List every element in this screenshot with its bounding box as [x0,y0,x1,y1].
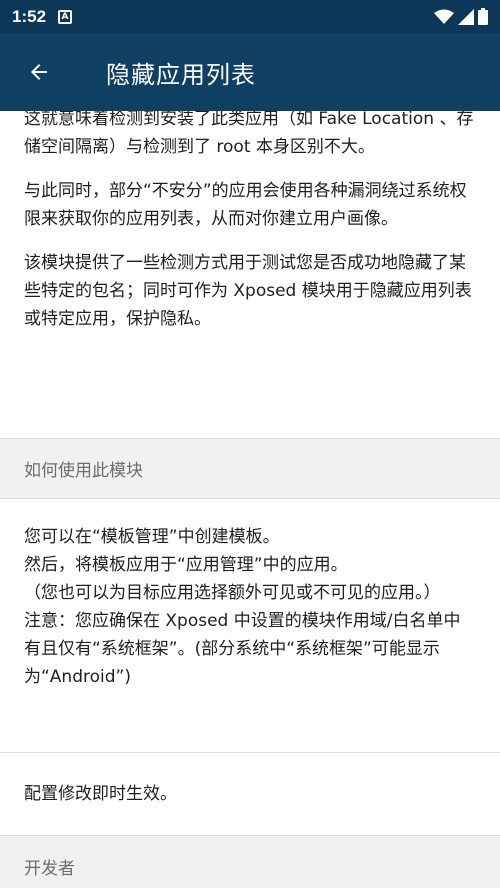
usage-line-1: 您可以在“模板管理”中创建模板。 [24,527,280,547]
back-button[interactable] [0,33,78,111]
content: 这就意味着检测到安装了此类应用（如 Fake Location 、存储空间隔离）… [0,111,500,888]
intro-paragraph-2: 与此同时，部分“不安分”的应用会使用各种漏洞绕过系统权限来获取你的应用列表，从而… [24,181,467,229]
cell-signal-icon [458,8,474,25]
arrow-left-icon [31,64,47,80]
notification-icon: A [58,9,73,24]
wifi-icon [434,9,454,24]
intro-section: 这就意味着检测到安装了此类应用（如 Fake Location 、存储空间隔离）… [0,111,500,438]
status-time: 1:52 [12,6,47,26]
usage-line-2: 然后，将模板应用于“应用管理”中的应用。 [24,555,348,575]
app-bar: 隐藏应用列表 [0,33,500,111]
note-text: 配置修改即时生效。 [24,784,177,804]
status-icons [434,8,488,25]
how-to-use-section: 您可以在“模板管理”中创建模板。 然后，将模板应用于“应用管理”中的应用。 （您… [0,499,500,752]
usage-line-4: 注意：您应确保在 Xposed 中设置的模块作用域/白名单中有且仅有“系统框架”… [24,611,461,687]
intro-paragraph-3: 该模块提供了一些检测方式用于测试您是否成功地隐藏了某些特定的包名；同时可作为 X… [24,253,472,329]
status-bar: 1:52 A [0,0,500,33]
section-header-how-to-use: 如何使用此模块 [0,439,500,498]
usage-line-3: （您也可以为目标应用选择额外可见或不可见的应用。） [24,583,441,603]
section-header-developer: 开发者 [0,836,500,888]
battery-icon [478,8,488,25]
note-section: 配置修改即时生效。 [0,753,500,835]
page-title: 隐藏应用列表 [106,60,256,89]
intro-paragraph-1: 这就意味着检测到安装了此类应用（如 Fake Location 、存储空间隔离）… [24,111,474,157]
